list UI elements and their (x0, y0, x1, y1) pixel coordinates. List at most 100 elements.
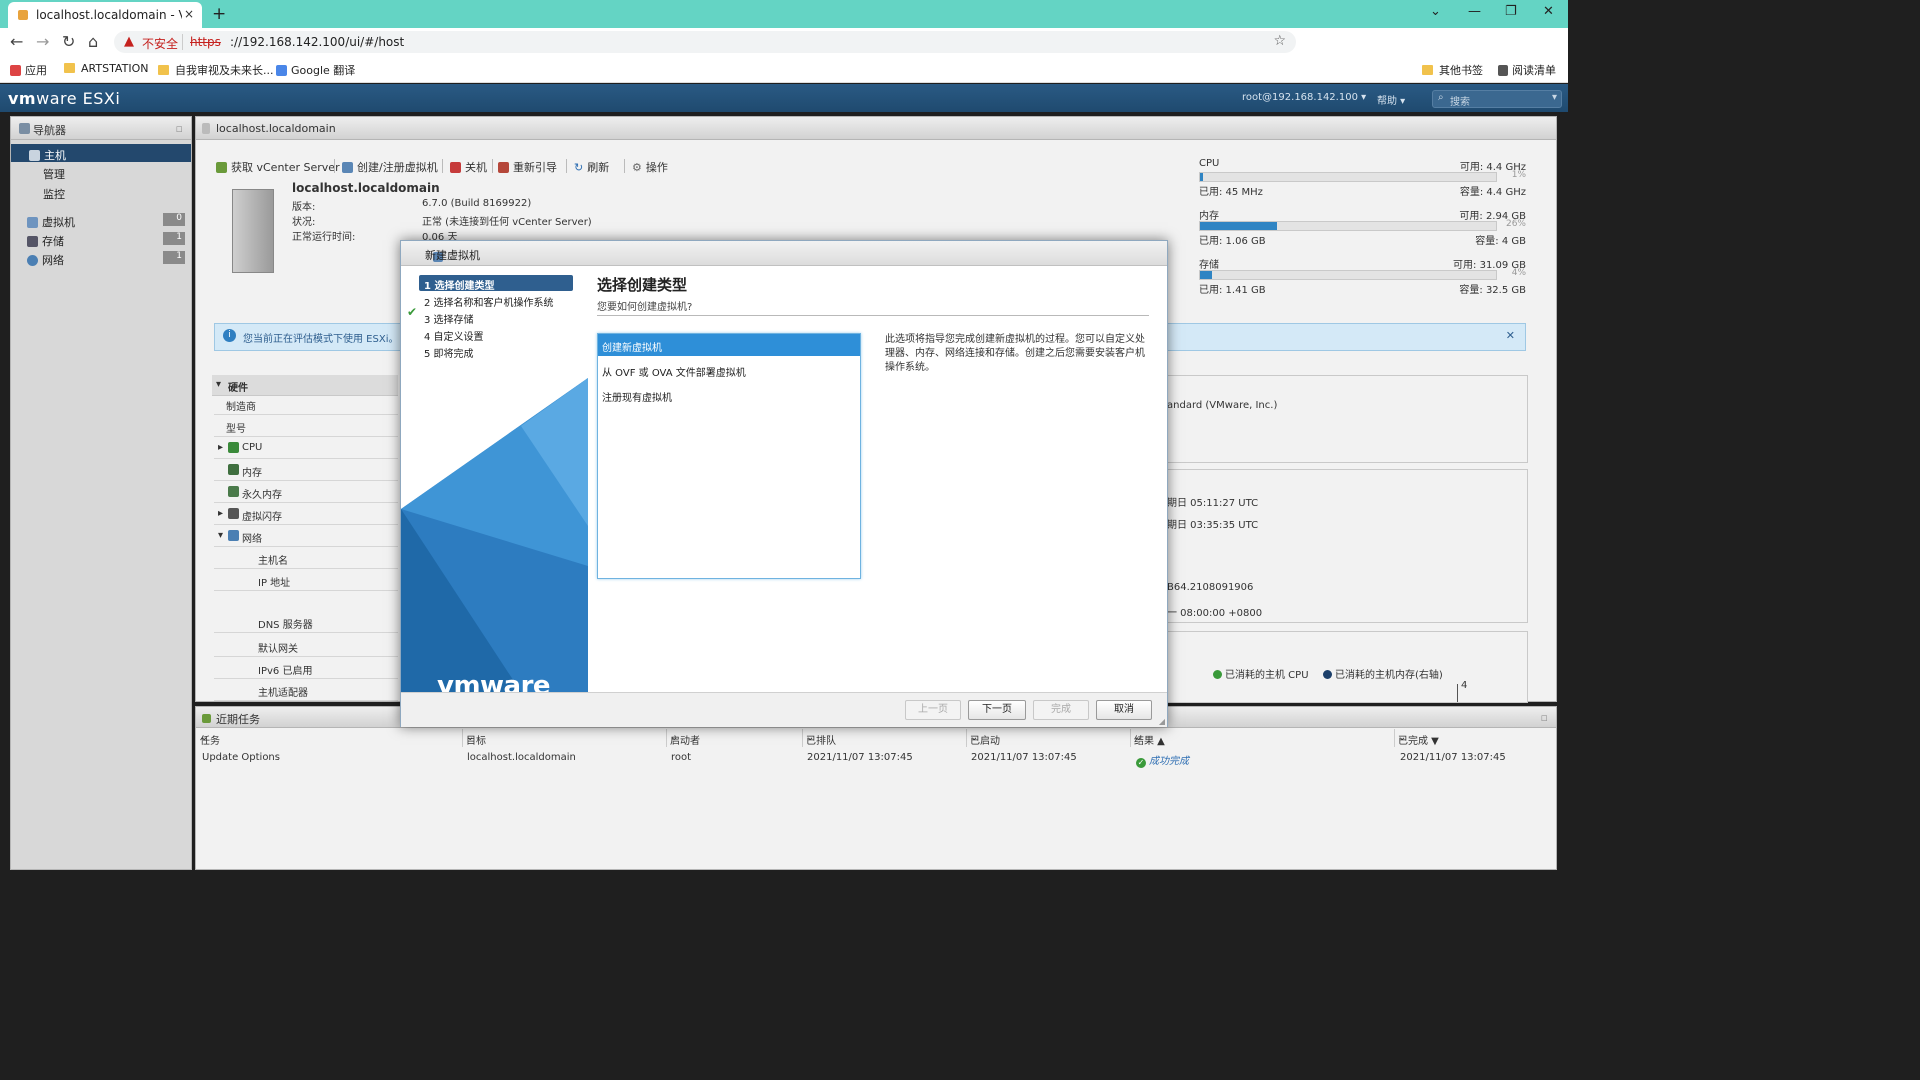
expand-caret-icon[interactable]: ▾ (218, 530, 223, 541)
table-row[interactable]: ▾ 网络 (214, 525, 398, 547)
server-image (232, 189, 274, 273)
column-header-target[interactable]: 目标 ⌄ (462, 729, 667, 747)
option-deploy-ovf[interactable]: 从 OVF 或 OVA 文件部署虚拟机 (598, 359, 860, 381)
usage-fill (1200, 222, 1277, 230)
get-vcenter-button[interactable]: 获取 vCenter Server (216, 159, 340, 175)
next-button[interactable]: 下一页 (968, 700, 1026, 720)
folder-icon (158, 65, 169, 75)
column-header-task[interactable]: 任务 ⌄ (196, 729, 463, 747)
hardware-row-label: IP 地址 (258, 578, 291, 589)
tab-search-icon[interactable]: ⌄ (1430, 4, 1441, 19)
tasks-title: 近期任务 (216, 713, 260, 726)
resize-handle-icon[interactable]: ◢ (1159, 717, 1165, 726)
expand-caret-icon[interactable]: ▸ (218, 508, 223, 519)
table-row: IPv6 已启用 (214, 657, 398, 679)
legend-memory: 已消耗的主机内存(右轴) (1323, 666, 1443, 681)
refresh-button[interactable]: ↻ 刷新 (574, 159, 609, 175)
creation-type-list[interactable]: 创建新虚拟机 从 OVF 或 OVA 文件部署虚拟机 注册现有虚拟机 (597, 333, 861, 579)
nav-item-vms[interactable]: 虚拟机 0 (11, 211, 191, 229)
column-header-result[interactable]: 结果 ▲ ⌄ (1130, 729, 1395, 747)
table-row: 制造商 (214, 393, 398, 415)
hardware-row-label: 默认网关 (258, 644, 298, 655)
wizard-step-3[interactable]: 3 选择存储 (419, 309, 573, 326)
storage-used: 已用: 1.41 GB (1199, 285, 1266, 296)
wizard-step-5[interactable]: 5 即将完成 (419, 343, 573, 360)
new-vm-dialog: 新建虚拟机 ✔ 1 选择创建类型 2 选择名称和客户机操作系统 3 选择存储 4… (400, 240, 1168, 727)
table-row[interactable]: ▸ CPU (214, 437, 398, 459)
create-register-vm-button[interactable]: 创建/注册虚拟机 (342, 159, 438, 175)
chevron-down-icon: ⌄ (1398, 732, 1407, 743)
reload-icon[interactable]: ↻ (62, 32, 75, 51)
heading-divider (597, 315, 1149, 316)
collapse-icon[interactable]: ▫ (1541, 711, 1548, 724)
bookmark-folder[interactable]: 自我审视及未来长... (158, 62, 274, 78)
table-row: 型号 (214, 415, 398, 437)
chevron-down-icon: ⌄ (1134, 732, 1143, 743)
gear-icon: ⚙ (632, 161, 642, 174)
dialog-titlebar[interactable]: 新建虚拟机 (401, 241, 1167, 266)
help-menu[interactable]: 帮助 ▾ (1377, 92, 1405, 107)
user-menu[interactable]: root@192.168.142.100 ▾ (1242, 92, 1366, 103)
back-icon[interactable]: ← (10, 32, 23, 51)
table-row[interactable]: ▸ 虚拟闪存 (214, 503, 398, 525)
nav-item-monitor[interactable]: 监控 (11, 183, 191, 201)
chevron-down-icon: ⌄ (200, 732, 209, 743)
finish-button[interactable]: 完成 (1033, 700, 1089, 720)
home-icon[interactable]: ⌂ (88, 32, 98, 51)
insecure-warning-icon: ▲ (124, 34, 134, 49)
collapse-icon[interactable]: ▫ (176, 122, 183, 135)
reading-list-icon (1498, 65, 1508, 76)
shutdown-button[interactable]: 关机 (450, 159, 487, 175)
cpu-label: CPU (1199, 158, 1220, 169)
expand-caret-icon[interactable]: ▸ (218, 442, 223, 453)
config-panel: andard (VMware, Inc.) (1166, 375, 1528, 463)
bookmark-google-translate[interactable]: Google 翻译 (276, 62, 355, 78)
folder-icon (64, 63, 75, 73)
dismiss-banner-icon[interactable]: ✕ (1506, 329, 1515, 342)
wizard-step-2[interactable]: 2 选择名称和客户机操作系统 (419, 292, 573, 309)
option-register-vm[interactable]: 注册现有虚拟机 (598, 384, 860, 406)
storage-icon (27, 236, 38, 247)
bookmark-apps[interactable]: 应用 (10, 62, 47, 78)
task-target[interactable]: localhost.localdomain (467, 752, 576, 763)
esxi-search[interactable]: ⌕ 搜索 ▾ (1432, 90, 1562, 108)
tab-close-icon[interactable]: × (184, 7, 194, 21)
reboot-button[interactable]: 重新引导 (498, 159, 557, 175)
bookmarks-bar: 应用 ARTSTATION 自我审视及未来长... Google 翻译 其他书签… (0, 56, 1568, 83)
forward-icon[interactable]: → (36, 32, 49, 51)
nav-item-storage[interactable]: 存储 1 (11, 230, 191, 248)
bookmark-artstation[interactable]: ARTSTATION (64, 62, 148, 75)
bookmark-star-icon[interactable]: ☆ (1273, 33, 1286, 49)
bookmark-other[interactable]: 其他书签 (1422, 62, 1483, 78)
wizard-step-4[interactable]: 4 自定义设置 (419, 326, 573, 343)
nav-item-manage[interactable]: 管理 (11, 163, 191, 181)
nav-item-network[interactable]: 网络 1 (11, 249, 191, 267)
cpu-capacity: 容量: 4.4 GHz (1459, 187, 1526, 198)
address-bar[interactable]: ▲ 不安全 https ://192.168.142.100/ui/#/host… (114, 31, 1296, 53)
hardware-icon (228, 486, 239, 497)
nav-item-host[interactable]: 主机 (11, 144, 191, 162)
option-create-new-vm[interactable]: 创建新虚拟机 (598, 334, 860, 356)
cancel-button[interactable]: 取消 (1096, 700, 1152, 720)
hardware-icon (228, 442, 239, 453)
system-info-value: B64.2108091906 (1167, 582, 1254, 593)
new-tab-button[interactable]: + (212, 4, 226, 24)
hardware-row-label: 永久内存 (242, 490, 282, 501)
restore-icon[interactable]: ❐ (1505, 4, 1517, 19)
actions-button[interactable]: ⚙ 操作 (632, 159, 668, 175)
column-header-started[interactable]: 已启动 ⌄ (966, 729, 1131, 747)
minimize-icon[interactable]: — (1468, 4, 1481, 19)
hardware-icon (228, 530, 239, 541)
storage-count-badge: 1 (163, 232, 185, 245)
task-completed: 2021/11/07 13:07:45 (1400, 752, 1506, 763)
column-header-completed[interactable]: 已完成 ▼ ⌄ (1394, 729, 1555, 747)
success-check-icon: ✓ (1136, 758, 1146, 768)
column-header-initiator[interactable]: 启动者 ⌄ (666, 729, 803, 747)
back-button[interactable]: 上一页 (905, 700, 961, 720)
window-close-icon[interactable]: ✕ (1543, 4, 1554, 19)
collapse-caret-icon: ▾ (216, 379, 222, 390)
reading-list[interactable]: 阅读清单 (1498, 62, 1556, 78)
browser-tab[interactable]: localhost.localdomain - VMwa × (8, 2, 202, 28)
wizard-step-1[interactable]: 1 选择创建类型 (419, 275, 573, 292)
column-header-queued[interactable]: 已排队 ⌄ (802, 729, 967, 747)
